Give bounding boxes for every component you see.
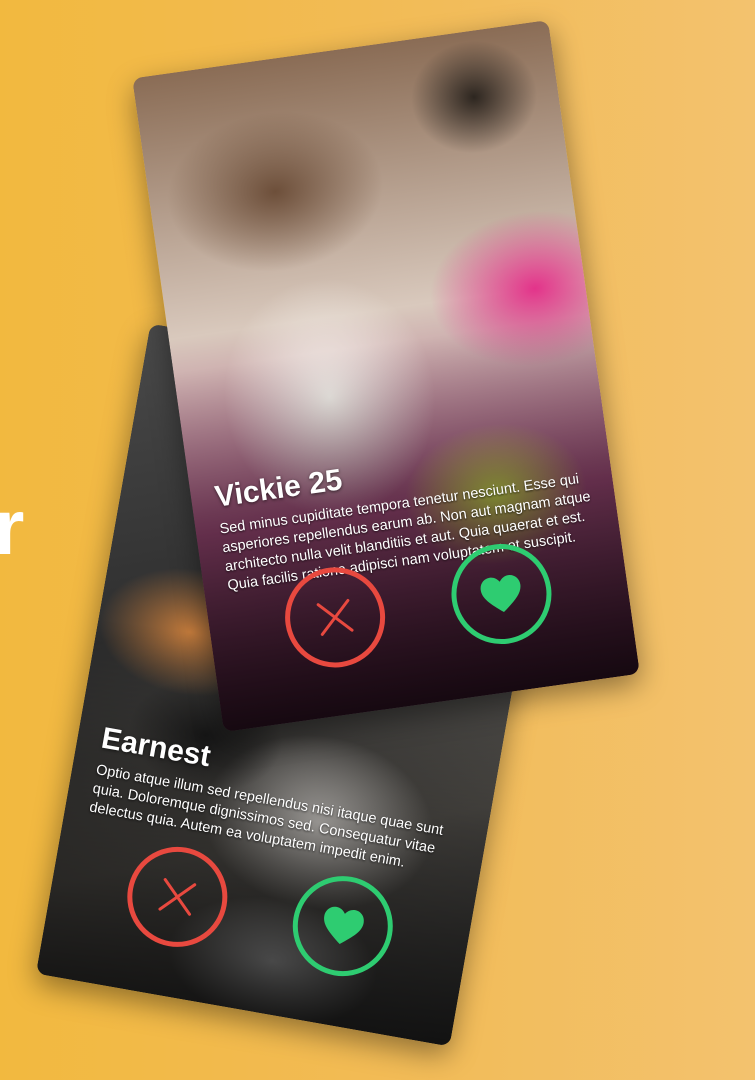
nope-button[interactable] xyxy=(119,838,236,955)
profile-card-front[interactable]: Vickie 25 Sed minus cupiditate tempora t… xyxy=(132,19,640,733)
close-icon xyxy=(316,598,354,636)
background-heading-fragment: r xyxy=(0,483,25,571)
like-button[interactable] xyxy=(284,868,401,985)
heart-icon xyxy=(480,575,521,613)
close-icon xyxy=(158,878,197,916)
nope-button[interactable] xyxy=(278,560,392,674)
like-button[interactable] xyxy=(444,537,558,651)
heart-icon xyxy=(324,906,364,944)
